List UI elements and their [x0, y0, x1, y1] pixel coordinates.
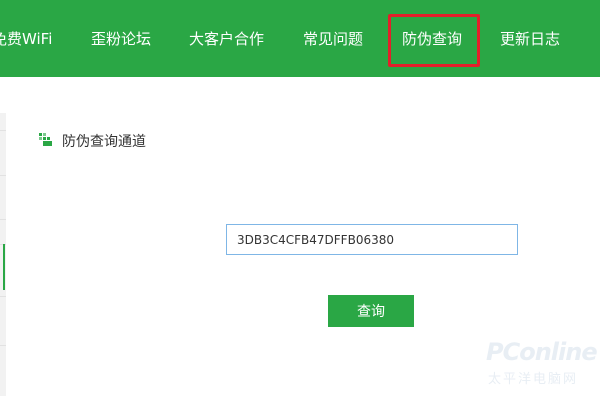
anti-counterfeit-code-input[interactable]: [226, 224, 518, 255]
red-highlight-box: [388, 14, 480, 67]
nav-item-enterprise[interactable]: 大客户合作: [189, 28, 264, 50]
top-nav-bar: 免费WiFi 歪粉论坛 大客户合作 常见问题 防伪查询 更新日志: [0, 0, 600, 77]
section-title: 防伪查询通道: [62, 134, 146, 150]
watermark-brand: PConline: [486, 338, 598, 366]
nav-item-changelog[interactable]: 更新日志: [500, 28, 560, 50]
nav-item-forum[interactable]: 歪粉论坛: [91, 28, 151, 50]
pconline-watermark: PConline 太平洋电脑网: [486, 334, 598, 394]
sidebar-active-indicator: [3, 244, 5, 290]
nav-item-free-wifi[interactable]: 免费WiFi: [0, 28, 52, 50]
green-block-icon: [39, 133, 52, 146]
watermark-sub: 太平洋电脑网: [488, 372, 579, 387]
nav-item-faq[interactable]: 常见问题: [303, 28, 363, 50]
query-button[interactable]: 查询: [328, 295, 414, 327]
